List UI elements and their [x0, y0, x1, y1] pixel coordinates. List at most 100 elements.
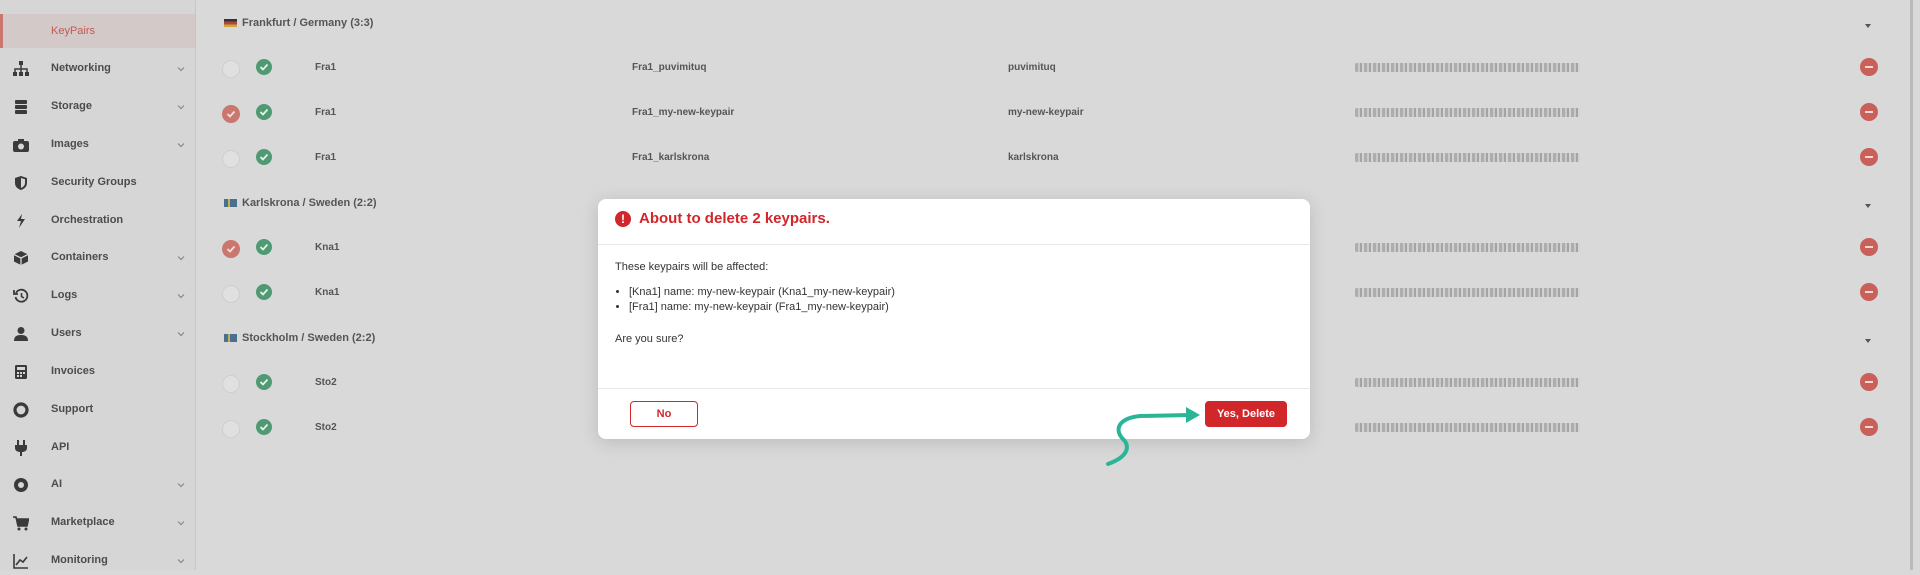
full-name-cell: Fra1_puvimituq	[632, 62, 707, 73]
region-cell: Fra1	[315, 152, 337, 163]
delete-icon[interactable]	[1860, 373, 1878, 391]
sidebar-item-storage[interactable]: Storage	[0, 91, 195, 121]
fingerprint-redacted	[1355, 63, 1580, 72]
full-name-cell: Fra1_karlskrona	[632, 152, 710, 163]
sidebar-item-label: Containers	[51, 251, 109, 263]
chevron-down-icon	[175, 478, 187, 490]
name-cell: karlskrona	[1008, 152, 1059, 163]
network-icon	[12, 60, 30, 78]
sidebar-item-images[interactable]: Images	[0, 129, 195, 159]
sidebar-item-label: Invoices	[51, 365, 96, 377]
sidebar-item-label: Marketplace	[51, 516, 115, 528]
group-header-stockholm: Stockholm / Sweden (2:2)	[224, 332, 375, 344]
name-cell: puvimituq	[1008, 62, 1056, 73]
no-button[interactable]: No	[630, 401, 698, 427]
sidebar-item-ai[interactable]: AI	[0, 469, 195, 499]
region-cell: Sto2	[315, 377, 337, 388]
fingerprint-redacted	[1355, 153, 1580, 162]
sidebar-item-support[interactable]: Support	[0, 394, 195, 424]
delete-icon[interactable]	[1860, 418, 1878, 436]
delete-icon[interactable]	[1860, 148, 1878, 166]
fingerprint-redacted	[1355, 108, 1580, 117]
region-cell: Fra1	[315, 62, 337, 73]
annotation-arrow-icon	[1106, 407, 1200, 466]
row-select-checkbox[interactable]	[222, 420, 240, 438]
shield-icon	[12, 174, 30, 192]
chevron-down-icon	[175, 516, 187, 528]
chevron-down-icon[interactable]	[1862, 19, 1874, 31]
delete-icon[interactable]	[1860, 283, 1878, 301]
chevron-down-icon	[175, 251, 187, 263]
chevron-down-icon	[175, 100, 187, 112]
fingerprint-redacted	[1355, 378, 1580, 387]
alert-icon: !	[615, 211, 631, 227]
name-cell: my-new-keypair	[1008, 107, 1084, 118]
delete-icon[interactable]	[1860, 103, 1878, 121]
sidebar-item-label: Security Groups	[51, 176, 137, 188]
chevron-down-icon[interactable]	[1862, 199, 1874, 211]
table-row[interactable]: Fra1 Fra1_karlskrona karlskrona	[195, 140, 1920, 180]
sidebar-item-security-groups[interactable]: Security Groups	[0, 167, 195, 197]
row-select-checkbox[interactable]	[222, 240, 240, 258]
chevron-down-icon	[175, 554, 187, 566]
user-icon	[12, 325, 30, 343]
dialog-body: These keypairs will be affected: [Kna1] …	[598, 245, 1310, 389]
region-cell: Kna1	[315, 242, 340, 253]
full-name-cell: Fra1_my-new-keypair	[632, 107, 735, 118]
scrollbar[interactable]	[1910, 0, 1913, 570]
list-item: [Kna1] name: my-new-keypair (Kna1_my-new…	[629, 285, 895, 300]
sidebar-item-monitoring[interactable]: Monitoring	[0, 545, 195, 575]
row-select-checkbox[interactable]	[222, 375, 240, 393]
chevron-down-icon[interactable]	[1862, 334, 1874, 346]
sidebar-item-label: API	[51, 441, 70, 453]
row-select-checkbox[interactable]	[222, 60, 240, 78]
sidebar-item-label: Support	[51, 403, 94, 415]
sidebar-item-orchestration[interactable]: Orchestration	[0, 205, 195, 235]
sidebar-item-users[interactable]: Users	[0, 318, 195, 348]
region-cell: Fra1	[315, 107, 337, 118]
confirm-question: Are you sure?	[615, 333, 684, 345]
delete-icon[interactable]	[1860, 238, 1878, 256]
row-select-checkbox[interactable]	[222, 150, 240, 168]
row-select-checkbox[interactable]	[222, 105, 240, 123]
sidebar-item-label: AI	[51, 478, 62, 490]
camera-icon	[12, 136, 30, 154]
germany-flag-icon	[224, 19, 237, 28]
sidebar-item-keypairs[interactable]: KeyPairs	[0, 14, 195, 48]
sidebar-item-label: Users	[51, 327, 82, 339]
sidebar-item-marketplace[interactable]: Marketplace	[0, 507, 195, 537]
fingerprint-redacted	[1355, 288, 1580, 297]
cart-icon	[12, 514, 30, 532]
chevron-down-icon	[175, 62, 187, 74]
row-select-checkbox[interactable]	[222, 285, 240, 303]
status-ok-icon	[256, 374, 272, 390]
table-row[interactable]: Fra1 Fra1_puvimituq puvimituq	[195, 50, 1920, 90]
dialog-title: About to delete 2 keypairs.	[639, 210, 830, 227]
region-cell: Sto2	[315, 422, 337, 433]
sidebar-item-invoices[interactable]: Invoices	[0, 356, 195, 386]
sidebar-item-logs[interactable]: Logs	[0, 280, 195, 310]
containers-icon	[12, 249, 30, 267]
fingerprint-redacted	[1355, 243, 1580, 252]
sweden-flag-icon	[224, 334, 237, 343]
status-ok-icon	[256, 149, 272, 165]
status-ok-icon	[256, 284, 272, 300]
chevron-down-icon	[175, 327, 187, 339]
sidebar-item-api[interactable]: API	[0, 432, 195, 462]
list-item: [Fra1] name: my-new-keypair (Fra1_my-new…	[629, 300, 895, 315]
yes-delete-button[interactable]: Yes, Delete	[1205, 401, 1287, 427]
table-row[interactable]: Fra1 Fra1_my-new-keypair my-new-keypair	[195, 95, 1920, 135]
delete-icon[interactable]	[1860, 58, 1878, 76]
sidebar-item-label: Images	[51, 138, 89, 150]
affected-list: [Kna1] name: my-new-keypair (Kna1_my-new…	[615, 285, 895, 315]
sidebar-item-containers[interactable]: Containers	[0, 242, 195, 272]
sidebar-item-networking[interactable]: Networking	[0, 53, 195, 83]
chevron-down-icon	[175, 138, 187, 150]
dialog-intro: These keypairs will be affected:	[615, 261, 769, 273]
status-ok-icon	[256, 104, 272, 120]
status-ok-icon	[256, 419, 272, 435]
orchestration-icon	[12, 212, 30, 230]
fingerprint-redacted	[1355, 423, 1580, 432]
dialog-header: ! About to delete 2 keypairs.	[598, 199, 1310, 245]
storage-icon	[12, 98, 30, 116]
